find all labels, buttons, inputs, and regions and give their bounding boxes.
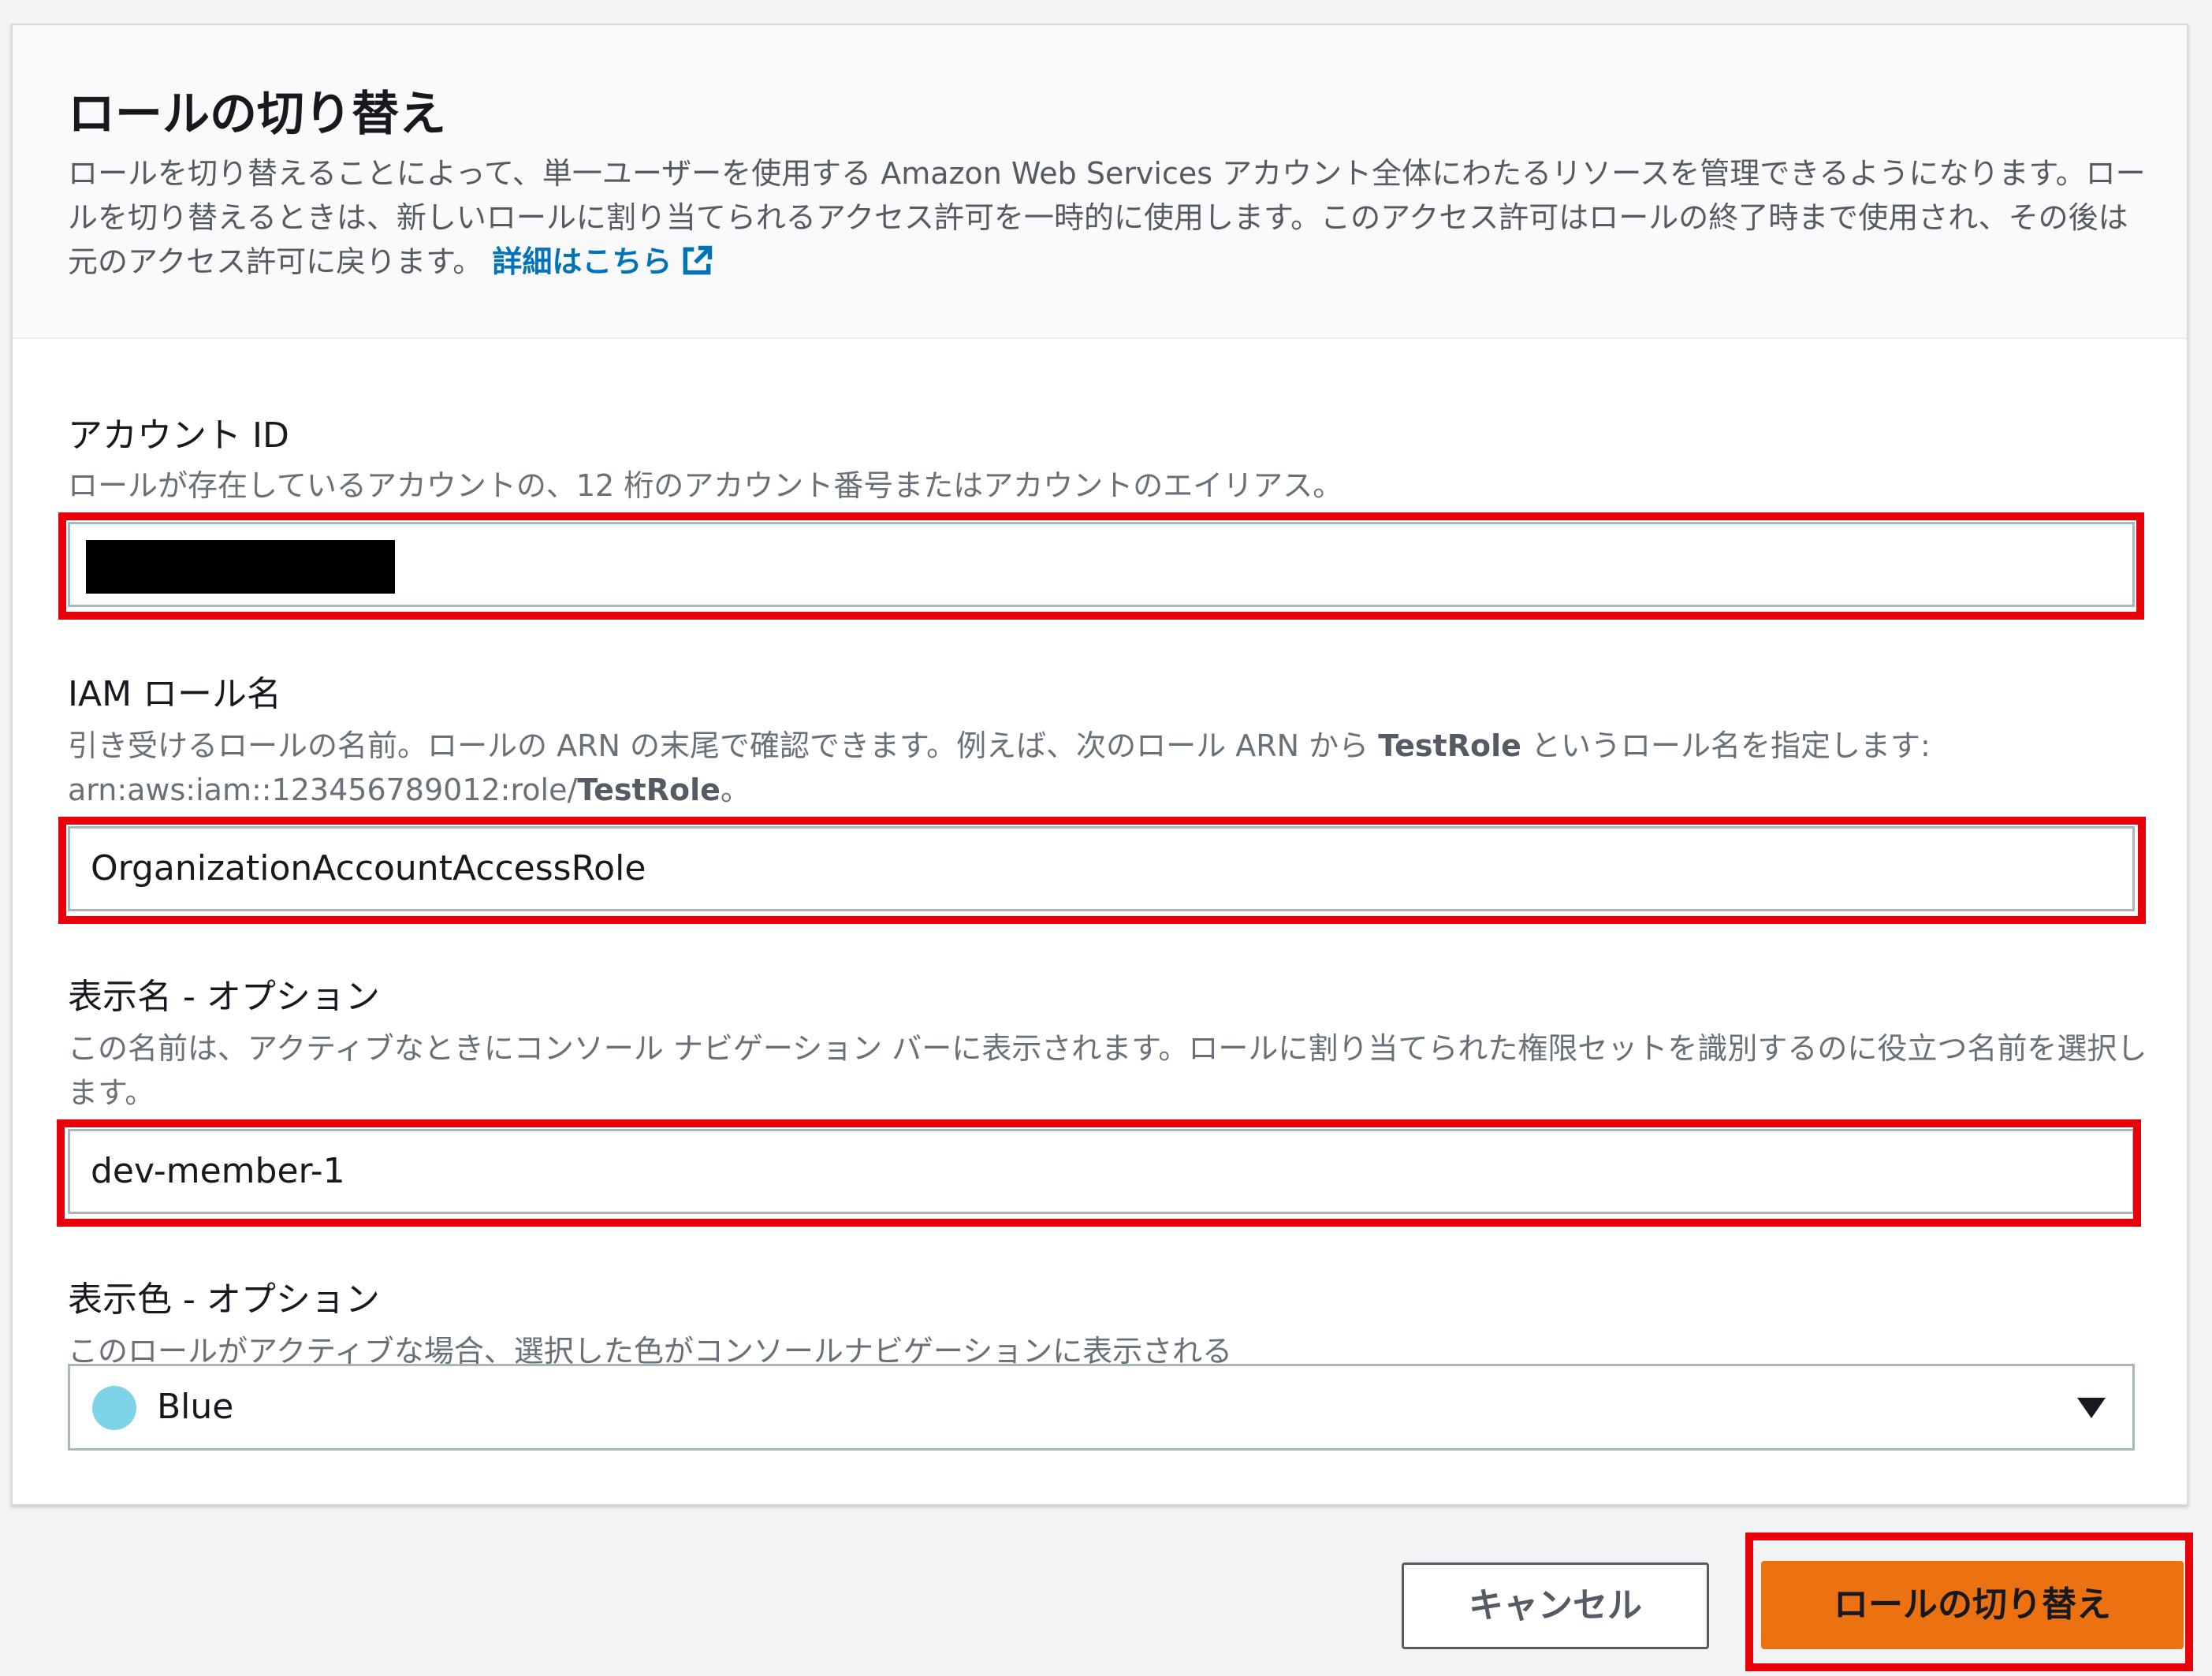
iam-role-desc-bold: TestRole <box>1378 728 1521 763</box>
redacted-account-id <box>86 540 395 594</box>
page-description: ロールを切り替えることによって、単一ユーザーを使用する Amazon Web S… <box>68 151 2149 284</box>
learn-more-label: 詳細はこちら <box>492 244 672 279</box>
display-name-input[interactable]: dev-member-1 <box>68 1129 2135 1214</box>
account-id-label: アカウント ID <box>68 415 289 456</box>
account-id-input[interactable] <box>68 522 2135 607</box>
arn-role: TestRole <box>577 773 721 807</box>
display-color-select[interactable]: Blue <box>68 1364 2135 1451</box>
chevron-down-icon <box>2077 1398 2106 1418</box>
iam-role-desc-after: というロール名を指定します: <box>1530 728 1931 763</box>
iam-role-description: 引き受けるロールの名前。ロールの ARN の末尾で確認できます。例えば、次のロー… <box>68 724 2165 812</box>
display-color-label: 表示色 - オプション <box>68 1279 380 1320</box>
panel-header: ロールの切り替え ロールを切り替えることによって、単一ユーザーを使用する Ama… <box>13 25 2187 339</box>
page: ロールの切り替え ロールを切り替えることによって、単一ユーザーを使用する Ama… <box>0 0 2212 1676</box>
color-swatch <box>92 1386 136 1430</box>
arn-suffix: 。 <box>720 773 750 807</box>
iam-role-input[interactable]: OrganizationAccountAccessRole <box>68 826 2135 911</box>
switch-role-panel: ロールの切り替え ロールを切り替えることによって、単一ユーザーを使用する Ama… <box>11 24 2188 1506</box>
switch-role-button[interactable]: ロールの切り替え <box>1761 1561 2184 1649</box>
cancel-button[interactable]: キャンセル <box>1402 1562 1709 1649</box>
account-id-description: ロールが存在しているアカウントの、12 桁のアカウント番号またはアカウントのエイ… <box>68 468 1343 503</box>
description-text: ロールを切り替えることによって、単一ユーザーを使用する Amazon Web S… <box>68 156 2146 279</box>
selected-color-value: Blue <box>157 1387 234 1427</box>
iam-role-desc-before: 引き受けるロールの名前。ロールの ARN の末尾で確認できます。例えば、次のロー… <box>68 728 1369 763</box>
display-name-description: この名前は、アクティブなときにコンソール ナビゲーション バーに表示されます。ロ… <box>68 1031 2147 1110</box>
arn-prefix: arn:aws:iam::123456789012:role/ <box>68 773 578 807</box>
learn-more-link[interactable]: 詳細はこちら <box>492 244 714 279</box>
iam-role-label: IAM ロール名 <box>68 674 282 714</box>
display-name-label: 表示名 - オプション <box>68 977 380 1017</box>
page-title: ロールの切り替え <box>68 87 446 142</box>
external-link-icon <box>683 245 713 275</box>
